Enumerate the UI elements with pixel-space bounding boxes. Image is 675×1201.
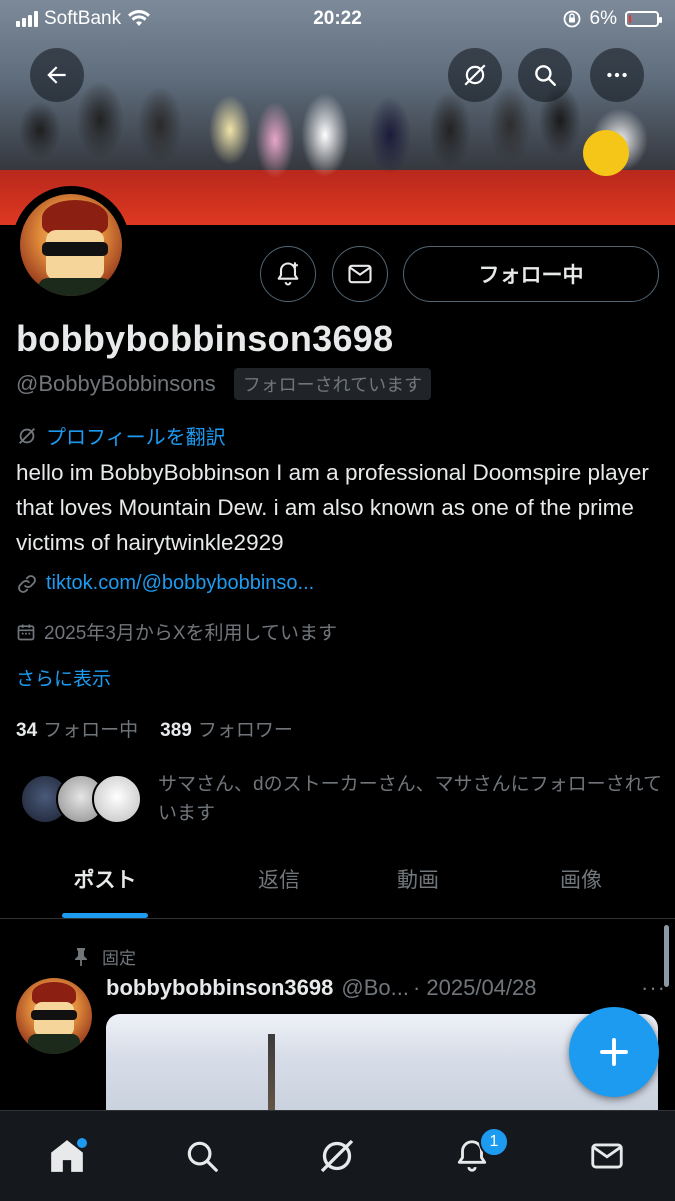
search-icon — [187, 1141, 218, 1172]
notification-badge: 1 — [479, 1127, 509, 1157]
bell-plus-icon — [277, 262, 299, 286]
followers-label: フォロワー — [197, 720, 293, 741]
followers-stat[interactable]: 389 フォロワー — [160, 715, 293, 742]
bottom-navigation: 1 — [0, 1110, 675, 1201]
join-date: 2025年3月からXを利用しています — [16, 618, 337, 645]
plus-icon — [600, 1038, 628, 1066]
display-name: bobbybobbinson3698 — [16, 318, 394, 359]
post-author-handle[interactable]: @Bo... — [341, 975, 409, 1001]
following-count: 34 — [16, 720, 38, 741]
mail-icon — [348, 264, 372, 284]
grok-button[interactable] — [448, 48, 502, 102]
following-label: フォロー中 — [43, 720, 139, 741]
post-more-button[interactable]: ··· — [641, 975, 666, 1001]
nav-search[interactable] — [177, 1131, 227, 1181]
more-button[interactable] — [590, 48, 644, 102]
search-button[interactable] — [518, 48, 572, 102]
grok-icon — [464, 64, 486, 86]
tab-replies[interactable]: 返信 — [236, 864, 322, 894]
tab-posts[interactable]: ポスト — [62, 864, 148, 894]
following-button[interactable]: フォロー中 — [403, 246, 659, 302]
pin-icon — [75, 947, 87, 966]
nav-notifications[interactable]: 1 — [447, 1127, 509, 1181]
user-handle: @BobbyBobbinsons — [16, 371, 216, 396]
post-date[interactable]: · 2025/04/28 — [413, 975, 537, 1001]
home-unread-dot — [77, 1138, 87, 1148]
grok-icon — [320, 1139, 354, 1173]
translate-profile-link[interactable]: プロフィールを翻訳 — [16, 421, 226, 450]
post-header: bobbybobbinson3698 @Bo... · 2025/04/28 ·… — [106, 975, 666, 1001]
battery-percent: 6% — [589, 8, 617, 29]
pinned-label: 固定 — [102, 949, 136, 968]
post-author-name[interactable]: bobbybobbinson3698 — [106, 975, 333, 1001]
notifications-subscribe-button[interactable] — [260, 246, 316, 302]
orientation-lock-icon — [563, 10, 580, 28]
tab-videos[interactable]: 動画 — [375, 864, 461, 894]
mutual-followers[interactable]: サマさん、dのストーカーさん、マサさんにフォローされています — [16, 770, 666, 830]
message-button[interactable] — [332, 246, 388, 302]
calendar-icon — [17, 624, 35, 640]
followers-count: 389 — [160, 720, 192, 741]
battery-icon — [625, 11, 662, 27]
follows-you-badge: フォローされています — [233, 368, 432, 400]
search-icon — [535, 65, 556, 86]
post-author-avatar[interactable] — [16, 978, 92, 1054]
pinned-indicator: 固定 — [72, 944, 136, 969]
website-text: tiktok.com/@bobbybobbinso... — [46, 572, 315, 594]
scrollbar[interactable] — [664, 925, 669, 987]
back-button[interactable] — [30, 48, 84, 102]
translate-label: プロフィールを翻訳 — [46, 427, 226, 449]
profile-tabs: ポスト 返信 動画 画像 — [0, 850, 675, 919]
arrow-left-icon — [47, 66, 66, 84]
more-horizontal-icon — [607, 72, 627, 78]
mutual-avatar — [92, 774, 142, 824]
active-tab-indicator — [62, 913, 148, 918]
show-more-link[interactable]: さらに表示 — [16, 664, 111, 691]
banner-crowd — [0, 40, 675, 190]
follow-stats: 34 フォロー中 389 フォロワー — [16, 715, 293, 742]
profile-bio: hello im BobbyBobbinson I am a professio… — [16, 460, 649, 555]
status-bar: SoftBank 20:22 6% — [0, 0, 675, 38]
following-stat[interactable]: 34 フォロー中 — [16, 715, 138, 742]
profile-avatar[interactable] — [12, 186, 130, 304]
profile-website-link[interactable]: tiktok.com/@bobbybobbinso... — [16, 572, 314, 595]
nav-messages[interactable] — [582, 1131, 632, 1181]
handle-row: @BobbyBobbinsons フォローされています — [16, 368, 432, 400]
nav-grok[interactable] — [312, 1131, 362, 1181]
grok-icon — [19, 427, 35, 444]
tab-images[interactable]: 画像 — [538, 864, 624, 894]
mutual-followers-text: サマさん、dのストーカーさん、マサさんにフォローされています — [158, 774, 662, 824]
compose-button[interactable] — [569, 1007, 659, 1097]
mail-icon — [591, 1143, 623, 1169]
banner-emoji — [583, 130, 629, 176]
link-icon — [18, 574, 36, 593]
nav-home[interactable] — [42, 1131, 92, 1181]
join-date-text: 2025年3月からXを利用しています — [44, 623, 337, 644]
